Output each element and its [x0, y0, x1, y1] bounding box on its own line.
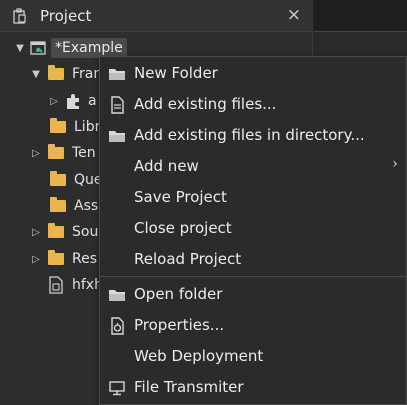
- chevron-right-icon[interactable]: ▷: [30, 148, 42, 159]
- panel-title: Project: [40, 7, 92, 25]
- tree-item[interactable]: hfxh: [34, 272, 103, 298]
- menu-separator: [100, 276, 406, 277]
- chevron-down-icon[interactable]: ▼: [30, 69, 42, 80]
- tree-item-label: a: [88, 93, 97, 109]
- properties-icon: [111, 317, 124, 335]
- file-icon: [49, 276, 63, 294]
- tree-item-label: Libr: [74, 119, 101, 135]
- chevron-down-icon[interactable]: ▼: [14, 43, 26, 54]
- chevron-right-icon[interactable]: ▷: [48, 96, 60, 107]
- close-icon[interactable]: ×: [287, 5, 301, 25]
- tree-item[interactable]: ▷ Sou: [30, 219, 98, 245]
- panel-titlebar: Project ×: [0, 0, 313, 32]
- folder-icon: [50, 197, 66, 212]
- menu-item-add-new[interactable]: Add new ›: [100, 151, 406, 182]
- menu-item-label: Properties...: [134, 316, 225, 334]
- menu-item-open-folder[interactable]: Open folder: [100, 279, 406, 310]
- menu-item-label: Add new: [134, 157, 199, 175]
- folder-icon: [48, 250, 64, 265]
- tree-item-label: Ten: [72, 145, 96, 161]
- menu-item-label: Save Project: [134, 188, 227, 206]
- menu-item-label: New Folder: [134, 64, 218, 82]
- menu-item-label: Open folder: [134, 285, 223, 303]
- folder-icon: [50, 171, 66, 186]
- tree-item[interactable]: ▷ a: [48, 88, 97, 114]
- folder-icon: [48, 144, 64, 159]
- tree-item[interactable]: Libr: [34, 114, 100, 140]
- menu-item-label: Add existing files in directory...: [134, 126, 365, 144]
- menu-item-label: Web Deployment: [134, 347, 264, 365]
- root-label[interactable]: *Example: [51, 38, 127, 58]
- menu-item-label: Reload Project: [134, 250, 242, 268]
- tree-item-label: Sou: [72, 224, 99, 240]
- menu-item-properties[interactable]: Properties...: [100, 310, 406, 341]
- tree-item[interactable]: Que: [34, 167, 103, 193]
- folder-open-icon: [109, 290, 125, 301]
- chevron-right-icon[interactable]: ▷: [30, 227, 42, 238]
- menu-item-label: Add existing files...: [134, 95, 277, 113]
- chevron-right-icon[interactable]: ▷: [30, 254, 42, 265]
- folder-open-icon: [109, 131, 125, 142]
- menu-item-label: File Transmiter: [134, 378, 244, 396]
- folder-open-icon: [109, 69, 125, 80]
- project-icon: [30, 41, 46, 55]
- document-icon: [111, 96, 124, 114]
- tree-item[interactable]: Asse: [34, 193, 107, 219]
- context-menu: New Folder Add existing files... Add exi…: [99, 56, 407, 405]
- tree-item[interactable]: ▷ Res: [30, 246, 97, 272]
- menu-item-web-deployment[interactable]: Web Deployment: [100, 341, 406, 372]
- chevron-right-icon: ›: [392, 156, 398, 172]
- menu-item-new-folder[interactable]: New Folder: [100, 58, 406, 89]
- tree-item-label: Res: [72, 251, 98, 267]
- folder-icon: [48, 65, 64, 80]
- folder-icon: [50, 118, 66, 133]
- tree-item[interactable]: ▷ Ten: [30, 140, 96, 166]
- menu-item-file-transmiter[interactable]: File Transmiter: [100, 372, 406, 403]
- menu-item-close-project[interactable]: Close project: [100, 213, 406, 244]
- menu-item-label: Close project: [134, 219, 232, 237]
- menu-item-save-project[interactable]: Save Project: [100, 182, 406, 213]
- puzzle-icon: [67, 94, 79, 109]
- folder-icon: [48, 223, 64, 238]
- menu-item-add-existing-files-in-directory[interactable]: Add existing files in directory...: [100, 120, 406, 151]
- app-frame: Project × ▼ *Example ▼ Fran ▷ a Libr ▷ T…: [0, 0, 407, 405]
- editor-tab-strip: [314, 0, 407, 32]
- monitor-icon: [109, 381, 125, 396]
- clipboard-icon: [13, 8, 26, 24]
- tree-item[interactable]: ▼ Fran: [30, 61, 102, 87]
- menu-item-reload-project[interactable]: Reload Project: [100, 244, 406, 275]
- tree-item-label: Fran: [72, 66, 103, 82]
- menu-item-add-existing-files[interactable]: Add existing files...: [100, 89, 406, 120]
